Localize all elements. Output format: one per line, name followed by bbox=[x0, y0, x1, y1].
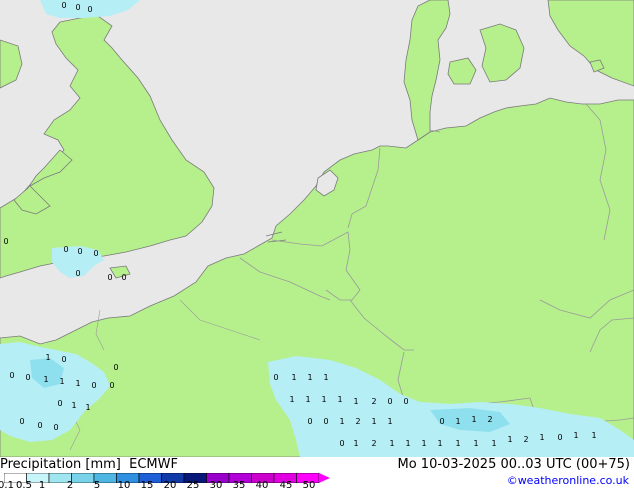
precip-value: 0 bbox=[403, 397, 408, 406]
precip-value: 1 bbox=[389, 439, 394, 448]
precip-value: 1 bbox=[455, 439, 460, 448]
legend-tick-label: 1 bbox=[38, 480, 46, 490]
legend-tick-label: 45 bbox=[279, 480, 293, 490]
precip-value: 1 bbox=[405, 439, 410, 448]
precip-value: 1 bbox=[507, 435, 512, 444]
legend-tick-label: 35 bbox=[232, 480, 246, 490]
precip-value: 0 bbox=[307, 417, 312, 426]
precip-value: 1 bbox=[337, 395, 342, 404]
precip-value: 0 bbox=[75, 269, 80, 278]
precip-value: 2 bbox=[355, 417, 360, 426]
precip-value: 2 bbox=[487, 415, 492, 424]
precip-value: 2 bbox=[523, 435, 528, 444]
precip-value: 0 bbox=[273, 373, 278, 382]
precip-value: 1 bbox=[305, 395, 310, 404]
precip-value: 1 bbox=[437, 439, 442, 448]
precip-value: 0 bbox=[121, 273, 126, 282]
precip-value: 0 bbox=[109, 381, 114, 390]
legend-swatch bbox=[71, 473, 95, 483]
precip-value: 0 bbox=[61, 355, 66, 364]
precip-value: 1 bbox=[573, 431, 578, 440]
legend-tick-label: 15 bbox=[140, 480, 154, 490]
variable-label: Precipitation [mm] bbox=[0, 457, 121, 472]
precip-value: 0 bbox=[557, 433, 562, 442]
legend-tick-label: 20 bbox=[163, 480, 177, 490]
precip-value: 0 bbox=[25, 373, 30, 382]
precip-value: 0 bbox=[323, 417, 328, 426]
precip-value: 1 bbox=[307, 373, 312, 382]
legend-tick-label: 5 bbox=[93, 480, 101, 490]
legend-tick-label: 10 bbox=[117, 480, 131, 490]
precip-value: 1 bbox=[421, 439, 426, 448]
legend-tick-label: 30 bbox=[209, 480, 223, 490]
precip-value: 0 bbox=[339, 439, 344, 448]
precip-value: 1 bbox=[353, 397, 358, 406]
map-title: Precipitation [mm] ECMWF bbox=[0, 458, 178, 471]
precip-value: 0 bbox=[387, 397, 392, 406]
precip-value: 0 bbox=[53, 423, 58, 432]
precip-value: 0 bbox=[3, 237, 8, 246]
precip-value: 0 bbox=[61, 1, 66, 10]
legend-overflow-arrow bbox=[319, 473, 330, 483]
precip-value: 0 bbox=[75, 3, 80, 12]
precip-value: 1 bbox=[353, 439, 358, 448]
precip-value: 0 bbox=[93, 249, 98, 258]
legend-tick-label: 2 bbox=[66, 480, 74, 490]
legend-tick-label: 0.5 bbox=[16, 480, 32, 490]
precip-value: 0 bbox=[113, 363, 118, 372]
precip-value: 2 bbox=[371, 439, 376, 448]
precip-value: 1 bbox=[59, 377, 64, 386]
legend-tick-label: 40 bbox=[255, 480, 269, 490]
precip-value: 1 bbox=[339, 417, 344, 426]
precip-value: 1 bbox=[321, 395, 326, 404]
precip-value: 0 bbox=[77, 247, 82, 256]
precip-value: 1 bbox=[473, 439, 478, 448]
legend-tick-label: 0.1 bbox=[0, 480, 14, 490]
precip-value: 1 bbox=[371, 417, 376, 426]
precip-value: 0 bbox=[107, 273, 112, 282]
precip-value: 0 bbox=[57, 399, 62, 408]
credit-link[interactable]: ©weatheronline.co.uk bbox=[507, 475, 629, 486]
precip-value: 0 bbox=[91, 381, 96, 390]
legend-tick-label: 25 bbox=[186, 480, 200, 490]
precip-value: 1 bbox=[289, 395, 294, 404]
precip-value: 1 bbox=[491, 439, 496, 448]
precip-value: 0 bbox=[439, 417, 444, 426]
precip-value: 1 bbox=[71, 401, 76, 410]
precip-value: 1 bbox=[591, 431, 596, 440]
precip-value: 0 bbox=[87, 5, 92, 14]
precip-value: 1 bbox=[323, 373, 328, 382]
precip-value: 1 bbox=[85, 403, 90, 412]
precip-value: 1 bbox=[291, 373, 296, 382]
precip-value: 0 bbox=[37, 421, 42, 430]
precip-value: 1 bbox=[539, 433, 544, 442]
valid-time-label: Mo 10-03-2025 00..03 UTC (00+75) bbox=[397, 457, 631, 472]
weather-map: 0000000000010001110001100001111111120000… bbox=[0, 0, 634, 490]
precip-value: 1 bbox=[471, 415, 476, 424]
precip-value: 1 bbox=[75, 379, 80, 388]
precip-value: 0 bbox=[9, 371, 14, 380]
precip-value: 2 bbox=[371, 397, 376, 406]
legend-tick-label: 50 bbox=[302, 480, 316, 490]
precipitation-map: 0 0 000 0 00 0 001 00 0 1 1 1 0 00 1 10 0 00 1 1 11 1 1 1 1 2 0 00 0… bbox=[0, 0, 634, 457]
precip-value: 1 bbox=[45, 353, 50, 362]
model-label: ECMWF bbox=[129, 457, 178, 472]
precip-value: 0 bbox=[19, 417, 24, 426]
precip-value: 1 bbox=[387, 417, 392, 426]
precip-value: 1 bbox=[455, 417, 460, 426]
precip-value: 0 bbox=[63, 245, 68, 254]
precip-value: 1 bbox=[43, 375, 48, 384]
